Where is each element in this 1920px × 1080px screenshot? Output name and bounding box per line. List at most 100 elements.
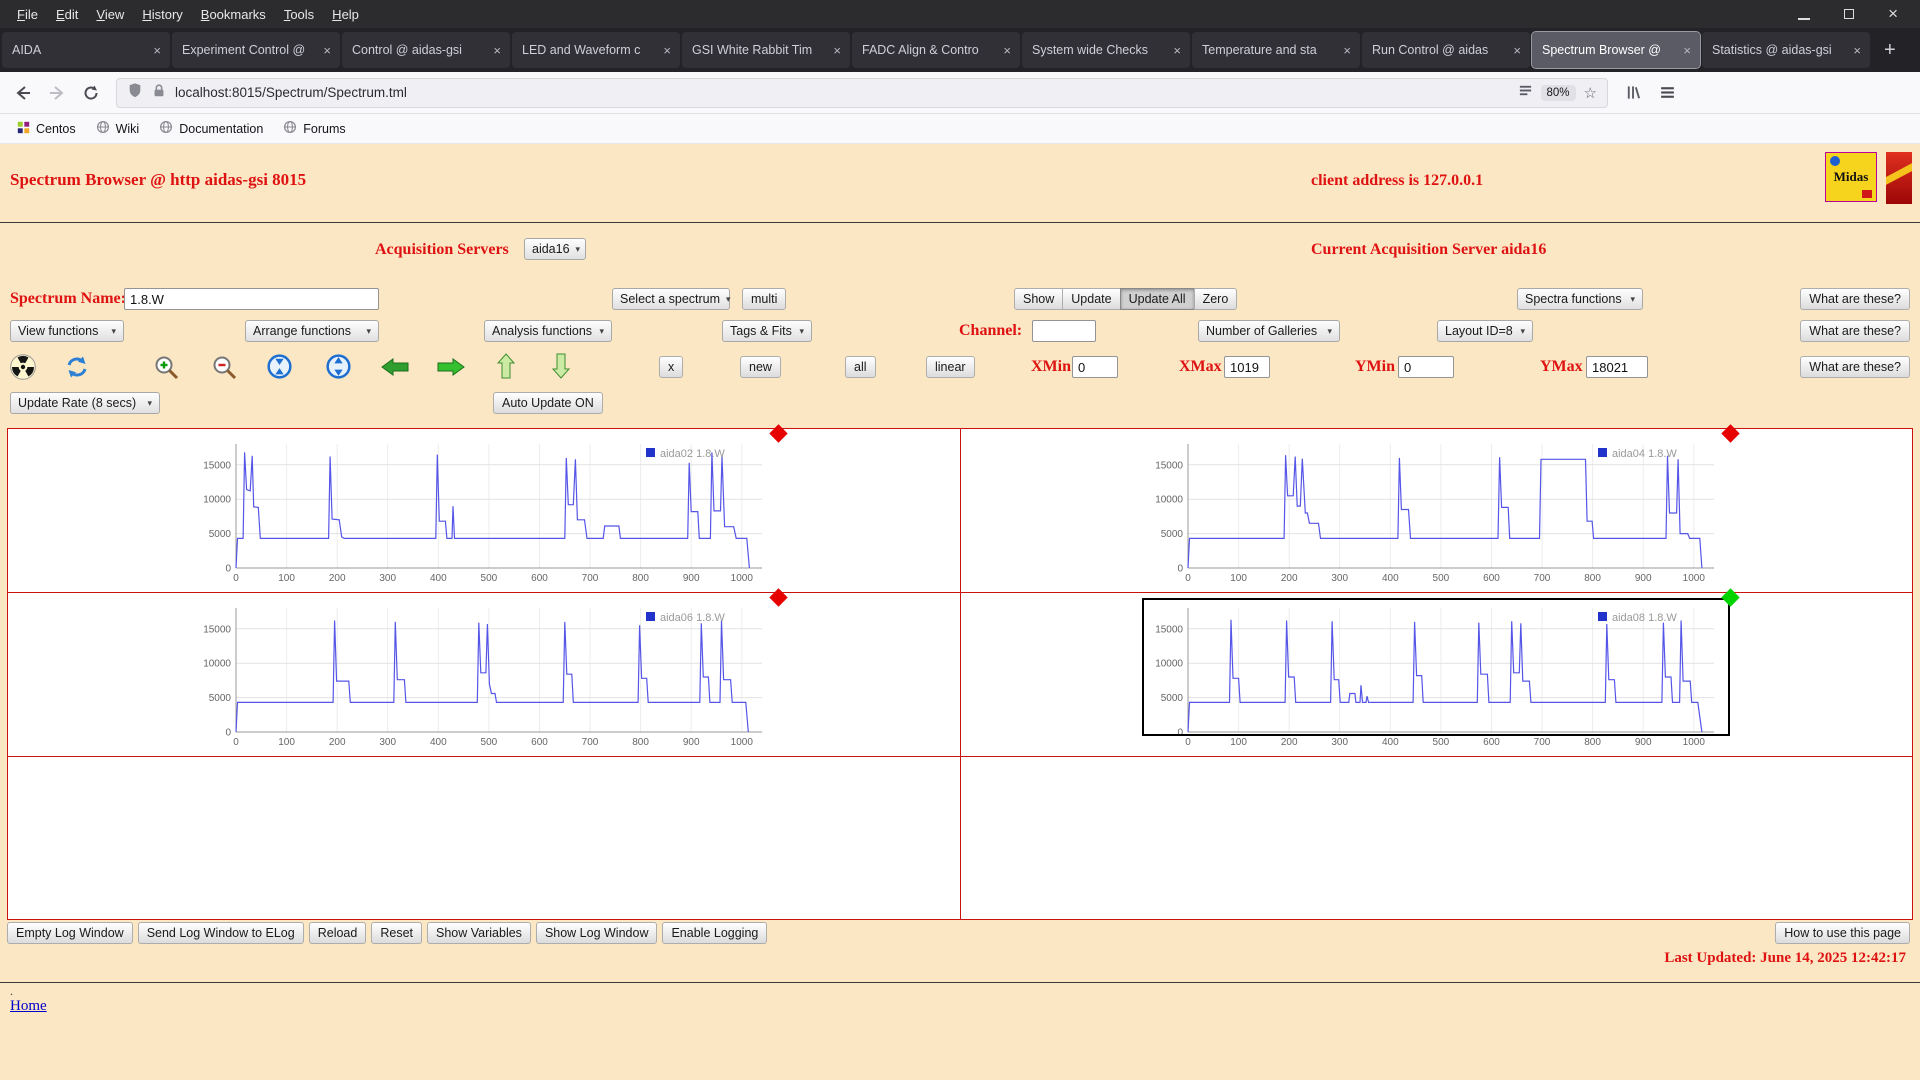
radiation-icon[interactable] [10, 354, 36, 385]
save-page-icon[interactable] [1618, 78, 1648, 108]
zero-button[interactable]: Zero [1193, 288, 1238, 310]
gallery-cell-empty-1[interactable] [7, 756, 961, 920]
tab-close-icon[interactable]: × [1170, 43, 1184, 58]
number-of-galleries-select[interactable]: Number of Galleries ▾ [1198, 320, 1340, 342]
menu-tools[interactable]: Tools [275, 4, 323, 25]
arrow-down-icon[interactable] [551, 352, 571, 385]
auto-update-button[interactable]: Auto Update ON [493, 392, 603, 414]
bookmark-wiki[interactable]: Wiki [87, 117, 149, 140]
reload-icon[interactable] [76, 78, 106, 108]
reload-button[interactable]: Reload [308, 922, 367, 944]
reader-mode-icon[interactable] [1518, 83, 1533, 103]
shrink-y-icon[interactable] [267, 354, 292, 384]
tab-system-checks[interactable]: System wide Checks × [1022, 32, 1190, 68]
new-tab-button[interactable]: + [1872, 39, 1908, 62]
arrow-up-icon[interactable] [496, 352, 516, 385]
tab-aida[interactable]: AIDA × [2, 32, 170, 68]
xmax-input[interactable] [1224, 356, 1270, 378]
zoom-in-icon[interactable] [153, 354, 180, 385]
refresh-icon[interactable] [64, 354, 90, 385]
update-button[interactable]: Update [1062, 288, 1121, 310]
menu-hamburger-icon[interactable] [1652, 78, 1682, 108]
new-button[interactable]: new [740, 356, 781, 378]
layout-id-select[interactable]: Layout ID=8 ▾ [1437, 320, 1533, 342]
gsi-fair-logo[interactable] [1886, 152, 1912, 204]
spectrum-name-input[interactable] [124, 288, 379, 310]
tab-statistics[interactable]: Statistics @ aidas-gsi × [1702, 32, 1870, 68]
view-functions-select[interactable]: View functions ▾ [10, 320, 124, 342]
spectrum-chart-aida04[interactable]: 0 5000 10000 15000 0 100 200 300 400 500 600 700 800… [1142, 424, 1740, 586]
update-rate-select[interactable]: Update Rate (8 secs) ▾ [10, 392, 160, 414]
minimize-icon[interactable] [1798, 8, 1811, 20]
spectrum-chart-aida06[interactable]: 0 5000 10000 15000 0 100 200 300 400 500 600 700 800… [189, 588, 788, 750]
bookmark-star-icon[interactable]: ☆ [1584, 84, 1597, 102]
zoom-level-chip[interactable]: 80% [1540, 84, 1576, 101]
tab-close-icon[interactable]: × [1510, 43, 1524, 58]
arrange-functions-select[interactable]: Arrange functions ▾ [245, 320, 379, 342]
tab-close-icon[interactable]: × [1680, 43, 1694, 58]
tab-close-icon[interactable]: × [320, 43, 334, 58]
tab-close-icon[interactable]: × [150, 43, 164, 58]
update-all-button[interactable]: Update All [1119, 288, 1195, 310]
tab-experiment-control[interactable]: Experiment Control @ × [172, 32, 340, 68]
close-icon[interactable]: × [1888, 5, 1898, 22]
url-text[interactable]: localhost:8015/Spectrum/Spectrum.tml [175, 85, 1510, 100]
gallery-cell-aida02[interactable]: 0 5000 10000 15000 0 100 200 300 400 500 600 700 800… [7, 424, 961, 593]
tab-white-rabbit[interactable]: GSI White Rabbit Tim × [682, 32, 850, 68]
lock-icon[interactable] [151, 82, 167, 104]
arrow-right-icon[interactable] [436, 357, 466, 382]
linear-button[interactable]: linear [926, 356, 975, 378]
spectrum-chart-aida02[interactable]: 0 5000 10000 15000 0 100 200 300 400 500 600 700 800… [189, 424, 788, 586]
all-button[interactable]: all [845, 356, 876, 378]
shield-icon[interactable] [127, 81, 143, 104]
maximize-icon[interactable] [1844, 9, 1855, 19]
tab-run-control[interactable]: Run Control @ aidas × [1362, 32, 1530, 68]
enable-logging-button[interactable]: Enable Logging [662, 922, 768, 944]
gallery-cell-aida04[interactable]: 0 5000 10000 15000 0 100 200 300 400 500 600 700 800… [959, 424, 1913, 593]
back-icon[interactable] [8, 78, 38, 108]
spectrum-chart-aida08[interactable]: 0 5000 10000 15000 0 100 200 300 400 500 600 700 800… [1142, 588, 1740, 750]
reset-button[interactable]: Reset [371, 922, 422, 944]
gallery-cell-aida06[interactable]: 0 5000 10000 15000 0 100 200 300 400 500 600 700 800… [7, 588, 961, 757]
show-button[interactable]: Show [1014, 288, 1064, 310]
menu-edit[interactable]: Edit [47, 4, 87, 25]
expand-y-icon[interactable] [326, 354, 351, 384]
menu-view[interactable]: View [87, 4, 133, 25]
tab-close-icon[interactable]: × [490, 43, 504, 58]
arrow-left-icon[interactable] [380, 357, 410, 382]
multi-button[interactable]: multi [742, 288, 787, 310]
menu-file[interactable]: File [8, 4, 47, 25]
tags-fits-select[interactable]: Tags & Fits ▾ [722, 320, 812, 342]
midas-logo[interactable]: Midas [1825, 152, 1877, 202]
tab-fadc-align[interactable]: FADC Align & Contro × [852, 32, 1020, 68]
menu-history[interactable]: History [133, 4, 191, 25]
tab-close-icon[interactable]: × [1000, 43, 1014, 58]
show-variables-button[interactable]: Show Variables [427, 922, 531, 944]
home-link[interactable]: Home [10, 998, 47, 1015]
menu-bookmarks[interactable]: Bookmarks [192, 4, 275, 25]
what-are-these-button-1[interactable]: What are these? [1800, 288, 1910, 310]
ymin-input[interactable] [1398, 356, 1454, 378]
x-axis-button[interactable]: x [659, 356, 684, 378]
tab-close-icon[interactable]: × [1340, 43, 1354, 58]
tab-temperature[interactable]: Temperature and sta × [1192, 32, 1360, 68]
empty-log-button[interactable]: Empty Log Window [7, 922, 133, 944]
url-bar[interactable]: localhost:8015/Spectrum/Spectrum.tml 80%… [116, 77, 1608, 108]
channel-input[interactable] [1032, 320, 1096, 342]
how-to-use-button[interactable]: How to use this page [1775, 922, 1910, 944]
tab-led-waveform[interactable]: LED and Waveform c × [512, 32, 680, 68]
menu-help[interactable]: Help [323, 4, 368, 25]
xmin-input[interactable] [1072, 356, 1118, 378]
ymax-input[interactable] [1586, 356, 1648, 378]
tab-close-icon[interactable]: × [830, 43, 844, 58]
tab-close-icon[interactable]: × [660, 43, 674, 58]
tab-control[interactable]: Control @ aidas-gsi × [342, 32, 510, 68]
bookmark-centos[interactable]: Centos [8, 118, 85, 140]
tab-spectrum-browser[interactable]: Spectrum Browser @ × [1531, 31, 1701, 69]
what-are-these-button-3[interactable]: What are these? [1800, 356, 1910, 378]
send-log-button[interactable]: Send Log Window to ELog [137, 922, 304, 944]
zoom-out-icon[interactable] [211, 354, 238, 385]
bookmark-documentation[interactable]: Documentation [150, 117, 272, 140]
analysis-functions-select[interactable]: Analysis functions ▾ [484, 320, 612, 342]
tab-close-icon[interactable]: × [1850, 43, 1864, 58]
